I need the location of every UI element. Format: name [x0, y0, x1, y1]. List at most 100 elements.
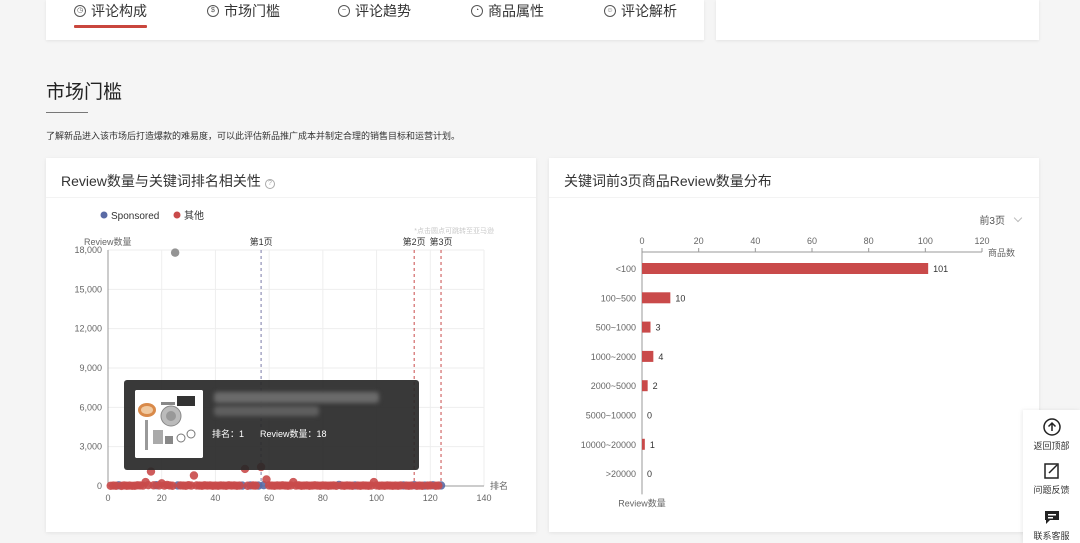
section-description: 了解新品进入该市场后打造爆款的难易度，可以此评估新品推广成本并制定合理的销售目标…	[46, 131, 461, 141]
y-tick-label: 6,000	[79, 402, 102, 412]
page-range-value: 前3页	[979, 216, 1005, 227]
scatter-point	[168, 481, 177, 490]
page-marker-label: 第1页	[250, 236, 273, 247]
y-tick-label: 15,000	[74, 284, 102, 294]
x-tick-label: 40	[750, 236, 760, 246]
bar	[642, 438, 645, 450]
bar-value-label: 0	[647, 411, 652, 421]
tab-review-analysis[interactable]: ☺ 评论解析	[604, 0, 677, 22]
scatter-chart[interactable]: Sponsored 其他 *点击圆点可跳转至亚马逊 0 3,000 6,000 9,000 1…	[46, 198, 536, 532]
tooltip-rank: 排名：1	[212, 429, 245, 439]
bar-value-label: 101	[933, 264, 948, 274]
y-tick-label: 12,000	[74, 324, 102, 334]
contact-service-button[interactable]: 联系客服	[1023, 508, 1080, 542]
dollar-icon: $	[207, 5, 219, 17]
scatter-point	[170, 248, 180, 257]
y-tick-label: 500~1000	[596, 323, 636, 333]
bar-value-label: 2	[653, 381, 658, 391]
scatter-point	[434, 481, 443, 490]
x-axis-title: 排名	[490, 480, 508, 491]
y-tick-label: >20000	[606, 469, 636, 479]
card-title: Review数量与关键词排名相关性	[61, 173, 261, 189]
x-tick-label: 100	[369, 493, 384, 503]
side-card	[716, 0, 1039, 40]
contact-service-label: 联系客服	[1033, 531, 1070, 541]
x-axis-title: 商品数	[988, 247, 1015, 258]
tab-bar: ◷ 评论构成 $ 市场门槛 ~ 评论趋势 ◔ 商品属性 ☺ 评论解析	[74, 0, 677, 30]
smile-icon: ☺	[604, 5, 616, 17]
y-tick-label: 0	[97, 481, 102, 491]
scatter-point	[235, 481, 244, 490]
chart-tooltip: 排名：1 Review数量：18	[124, 380, 419, 470]
bar-value-label: 1	[650, 440, 655, 450]
x-tick-label: 80	[318, 493, 328, 503]
y-tick-label: 2000~5000	[591, 381, 636, 391]
tab-label: 评论解析	[621, 3, 677, 19]
tab-label: 商品属性	[488, 3, 544, 19]
edit-icon	[1043, 463, 1059, 479]
bar-value-label: 3	[656, 323, 661, 333]
card-header: Review数量与关键词排名相关性?	[46, 158, 536, 198]
y-tick-label: 10000~20000	[581, 440, 636, 450]
y-tick-label: 100~500	[601, 293, 636, 303]
scatter-point	[189, 471, 199, 480]
blurred-product-title	[214, 392, 379, 403]
y-tick-label: <100	[616, 264, 636, 274]
x-tick-label: 20	[694, 236, 704, 246]
x-tick-label: 120	[974, 236, 989, 246]
bar-chart: 0 20 40 60 80 100 120商品数Review数量<100 101100~500…	[581, 236, 1015, 508]
y-axis-title: Review数量	[618, 497, 666, 508]
tab-market-threshold[interactable]: $ 市场门槛	[207, 0, 280, 22]
y-axis-title: Review数量	[84, 236, 132, 247]
question-circle-icon[interactable]: ?	[264, 179, 275, 189]
section-title: 市场门槛	[46, 82, 123, 103]
arrow-up-circle-icon	[1042, 418, 1061, 436]
x-tick-label: 20	[157, 493, 167, 503]
bar-value-label: 0	[647, 469, 652, 479]
page-range-select[interactable]: 前3页	[979, 212, 1023, 227]
x-tick-label: 100	[918, 236, 933, 246]
feedback-button[interactable]: 问题反馈	[1023, 462, 1080, 496]
feedback-label: 问题反馈	[1033, 485, 1070, 495]
pie-icon: ◔	[471, 5, 483, 17]
legend-marker	[173, 211, 181, 219]
floating-toolbar: 返回顶部 问题反馈 联系客服	[1023, 410, 1080, 543]
scatter-point	[251, 481, 260, 490]
tab-label: 评论趋势	[355, 3, 411, 19]
chat-icon	[1044, 511, 1059, 524]
tab-label: 市场门槛	[224, 3, 280, 19]
bar	[642, 350, 654, 362]
y-tick-label: 1000~2000	[591, 352, 636, 362]
back-to-top-label: 返回顶部	[1033, 441, 1070, 451]
bar	[642, 263, 929, 274]
clock-icon: ◷	[74, 5, 86, 17]
product-thumbnail[interactable]	[135, 390, 203, 458]
x-tick-label: 120	[423, 493, 438, 503]
tooltip-values: 排名：1 Review数量：18	[212, 427, 343, 440]
card-header: 关键词前3页商品Review数量分布	[549, 158, 1039, 198]
x-tick-label: 40	[210, 493, 220, 503]
tab-label: 评论构成	[91, 3, 147, 19]
scatter-card: Review数量与关键词排名相关性? Sponsored 其他 *点击圆点可跳转至亚…	[46, 158, 536, 532]
page-marker-label: 第2页	[403, 236, 426, 247]
bar-value-label: 10	[675, 293, 685, 303]
tab-review-composition[interactable]: ◷ 评论构成	[74, 0, 147, 28]
y-tick-label: 9,000	[79, 363, 102, 373]
tab-review-trend[interactable]: ~ 评论趋势	[338, 0, 411, 22]
page-marker-label: 第3页	[430, 236, 453, 247]
bar-card: 关键词前3页商品Review数量分布 前3页 0 20 40 60 80 100 120 商品…	[549, 158, 1039, 532]
title-underline	[46, 112, 88, 113]
active-tab-indicator	[74, 25, 147, 28]
legend-marker	[100, 211, 108, 219]
x-tick-label: 0	[105, 493, 110, 503]
blurred-product-subtitle	[214, 406, 319, 416]
tab-product-attributes[interactable]: ◔ 商品属性	[471, 0, 544, 22]
x-tick-label: 80	[864, 236, 874, 246]
y-tick-label: 5000~10000	[586, 411, 636, 421]
x-tick-label: 140	[476, 493, 491, 503]
back-to-top-button[interactable]: 返回顶部	[1023, 418, 1080, 452]
y-tick-label: 3,000	[79, 442, 102, 452]
x-tick-label: 60	[264, 493, 274, 503]
bar	[642, 321, 651, 333]
bar-value-label: 4	[658, 352, 663, 362]
